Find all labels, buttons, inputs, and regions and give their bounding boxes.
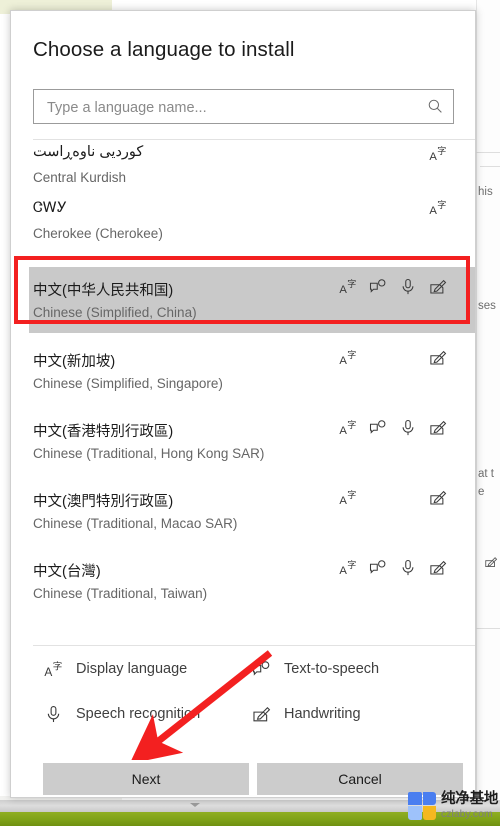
svg-text:字: 字 (347, 349, 356, 360)
speech-recognition-icon (43, 704, 63, 724)
list-item-chinese-simplified-china[interactable]: 中文(中华人民共和国) Chinese (Simplified, China) … (29, 267, 475, 333)
background-divider (476, 628, 500, 629)
handwriting-icon (428, 558, 447, 577)
language-native-name: 中文(香港特別行政區) (33, 424, 174, 440)
legend-label: Text-to-speech (284, 661, 380, 677)
speech-recognition-icon (398, 558, 417, 577)
legend-item-display-language: A 字 Display language (43, 659, 187, 679)
language-feature-icons: A 字 (338, 277, 447, 296)
list-item[interactable]: 中文(香港特別行政區) Chinese (Traditional, Hong K… (15, 406, 471, 476)
next-button[interactable]: Next (43, 763, 249, 795)
list-item[interactable]: 中文(新加坡) Chinese (Simplified, Singapore) … (15, 336, 471, 406)
svg-text:字: 字 (347, 489, 356, 500)
legend-label: Speech recognition (76, 706, 201, 722)
legend-item-handwriting: Handwriting (251, 704, 361, 724)
handwriting-icon (428, 277, 447, 296)
watermark-logo-icon (408, 792, 436, 820)
language-feature-icons: A 字 (428, 144, 447, 163)
svg-text:字: 字 (347, 278, 356, 289)
language-feature-icons: A 字 (338, 348, 447, 367)
watermark: 纯净基地 czlaby.com (408, 786, 500, 826)
language-native-name: کوردیی ناوەڕاست (33, 144, 144, 160)
speech-recognition-icon (398, 277, 417, 296)
background-text-fragment: e (478, 486, 485, 498)
handwriting-icon (484, 556, 498, 573)
svg-text:A: A (339, 355, 347, 367)
language-feature-icons: A 字 (428, 198, 447, 217)
display-language-icon: A 字 (338, 418, 357, 437)
language-english-name: Chinese (Traditional, Macao SAR) (33, 516, 238, 531)
background-divider (480, 166, 500, 167)
list-item[interactable]: 中文(澳門特別行政區) Chinese (Traditional, Macao … (15, 476, 471, 546)
legend-item-text-to-speech: Text-to-speech (251, 659, 379, 679)
svg-text:字: 字 (52, 660, 62, 672)
svg-text:字: 字 (347, 559, 356, 570)
handwriting-icon (428, 488, 447, 507)
background-text-fragment: ses (478, 300, 496, 312)
text-to-speech-icon (368, 277, 387, 296)
screenshot-root: his ses at t e Choose a language to inst… (0, 0, 500, 826)
legend-label: Handwriting (284, 706, 361, 722)
watermark-name: 纯净基地 (441, 790, 499, 807)
language-search-box[interactable] (33, 89, 454, 125)
handwriting-icon (251, 704, 271, 724)
list-item[interactable]: کوردیی ناوەڕاست Central Kurdish A 字 (15, 140, 471, 185)
display-language-icon: A 字 (428, 144, 447, 163)
language-feature-icons: A 字 (338, 418, 447, 437)
language-native-name: 中文(中华人民共和国) (33, 283, 174, 299)
list-item[interactable]: 中文(台灣) Chinese (Traditional, Taiwan) A 字 (15, 546, 471, 616)
svg-text:字: 字 (437, 145, 446, 156)
svg-text:A: A (44, 664, 52, 678)
language-native-name: 中文(澳門特別行政區) (33, 494, 174, 510)
speech-recognition-icon (398, 418, 417, 437)
svg-text:A: A (339, 284, 347, 296)
language-feature-icons: A 字 (338, 558, 447, 577)
language-native-name: 中文(新加坡) (33, 354, 116, 370)
svg-text:A: A (339, 495, 347, 507)
choose-language-dialog: Choose a language to install کوردیی ناوە… (10, 10, 476, 798)
language-list[interactable]: کوردیی ناوەڕاست Central Kurdish A 字 ᏣᎳᎩ … (11, 140, 475, 643)
display-language-icon: A 字 (428, 198, 447, 217)
display-language-icon: A 字 (338, 348, 357, 367)
chevron-down-icon[interactable] (190, 803, 200, 807)
language-feature-icons: A 字 (338, 488, 447, 507)
legend-label: Display language (76, 661, 188, 677)
legend-item-speech-recognition: Speech recognition (43, 704, 200, 724)
language-native-name: ᏣᎳᎩ (33, 200, 67, 216)
svg-text:A: A (429, 151, 437, 163)
display-language-icon: A 字 (338, 488, 357, 507)
display-language-icon: A 字 (338, 558, 357, 577)
background-divider (476, 152, 500, 153)
watermark-url: czlaby.com (441, 808, 493, 821)
language-english-name: Chinese (Simplified, Singapore) (33, 376, 223, 391)
text-to-speech-icon (368, 418, 387, 437)
svg-text:A: A (339, 565, 347, 577)
svg-text:A: A (429, 205, 437, 217)
language-english-name: Chinese (Simplified, China) (33, 305, 197, 320)
svg-text:字: 字 (347, 419, 356, 430)
svg-text:A: A (339, 425, 347, 437)
legend: A 字 Display language Text-to-speech Spee… (33, 651, 463, 743)
language-english-name: Chinese (Traditional, Taiwan) (33, 586, 208, 601)
background-text-fragment: his (478, 186, 493, 198)
svg-text:字: 字 (437, 199, 446, 210)
dialog-title: Choose a language to install (33, 38, 295, 61)
background-text-fragment: at t (478, 468, 494, 480)
display-language-icon: A 字 (338, 277, 357, 296)
language-english-name: Chinese (Traditional, Hong Kong SAR) (33, 446, 265, 461)
text-to-speech-icon (368, 558, 387, 577)
search-input[interactable] (45, 90, 424, 125)
search-icon (426, 97, 444, 115)
language-english-name: Central Kurdish (33, 170, 127, 185)
list-item[interactable]: ᏣᎳᎩ Cherokee (Cherokee) A 字 (15, 186, 471, 256)
display-language-icon: A 字 (43, 659, 63, 679)
background-settings-panel (476, 0, 500, 806)
language-native-name: 中文(台灣) (33, 564, 101, 580)
language-english-name: Cherokee (Cherokee) (33, 226, 163, 241)
handwriting-icon (428, 348, 447, 367)
legend-divider (33, 645, 475, 646)
text-to-speech-icon (251, 659, 271, 679)
handwriting-icon (428, 418, 447, 437)
